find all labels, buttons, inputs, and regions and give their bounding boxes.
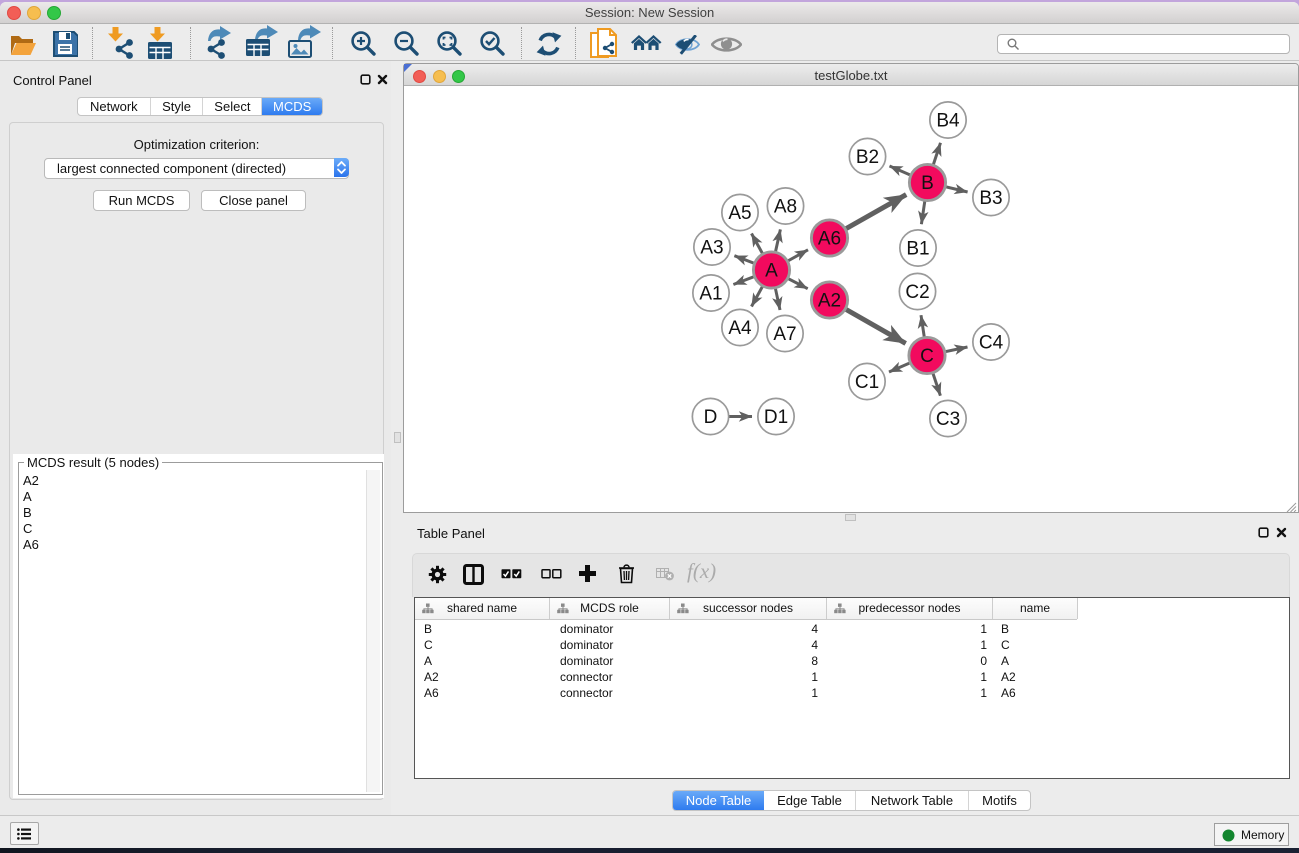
- svg-text:B3: B3: [979, 188, 1002, 209]
- svg-text:A7: A7: [773, 324, 796, 345]
- svg-text:D: D: [704, 407, 718, 428]
- svg-text:B1: B1: [906, 239, 929, 260]
- svg-text:A1: A1: [699, 284, 722, 305]
- svg-text:A: A: [765, 261, 778, 282]
- svg-text:C4: C4: [979, 333, 1004, 354]
- svg-text:C2: C2: [905, 282, 929, 303]
- svg-text:A3: A3: [700, 238, 723, 259]
- svg-text:A5: A5: [728, 203, 751, 224]
- svg-text:C: C: [920, 346, 934, 367]
- svg-text:A2: A2: [818, 291, 841, 312]
- svg-text:A8: A8: [774, 197, 797, 218]
- svg-text:B4: B4: [936, 111, 960, 132]
- svg-text:C1: C1: [855, 372, 879, 393]
- svg-text:B: B: [921, 173, 934, 194]
- svg-text:D1: D1: [764, 407, 788, 428]
- svg-text:A6: A6: [818, 229, 841, 250]
- svg-text:A4: A4: [728, 318, 752, 339]
- svg-text:C3: C3: [936, 409, 960, 430]
- svg-text:B2: B2: [856, 147, 879, 168]
